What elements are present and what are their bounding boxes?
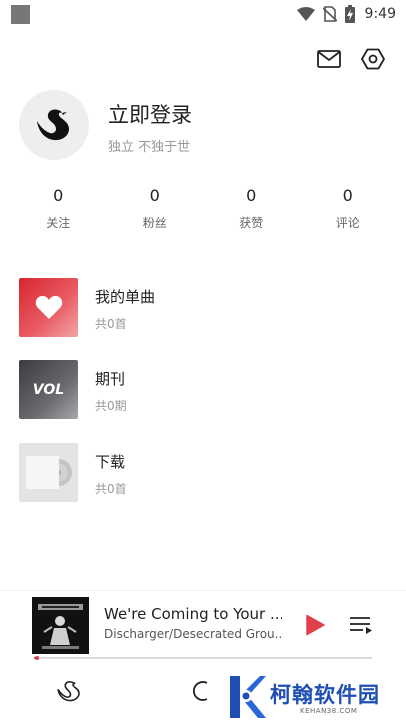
list-item-count: 共0首 (95, 482, 127, 496)
stat-label: 关注 (46, 216, 71, 230)
header-actions (316, 46, 386, 72)
swan-logo-icon (37, 109, 69, 141)
track-title: We're Coming to Your ... (104, 605, 282, 623)
stat-value: 0 (149, 186, 160, 205)
list-item-title: 期刊 (95, 370, 126, 388)
discover-circle-icon (193, 681, 208, 701)
journal-thumbnail: VOL (19, 360, 78, 419)
vol-label: VOL (32, 381, 65, 398)
battery-charging-icon (344, 5, 355, 23)
avatar[interactable] (19, 90, 89, 160)
stat-label: 粉丝 (142, 216, 167, 230)
track-artist: Discharger/Desecrated Grou... (104, 627, 282, 641)
watermark-url: KEHAN38.COM (300, 707, 358, 715)
list-item-title: 下载 (95, 453, 126, 471)
list-item-my-songs[interactable]: 我的单曲 共0首 (19, 278, 389, 338)
stat-value: 0 (342, 186, 353, 205)
login-title[interactable]: 立即登录 (108, 99, 192, 129)
watermark: 柯翰软件园 KEHAN38.COM (226, 674, 406, 723)
playback-progress-bar[interactable] (34, 656, 372, 660)
downloads-thumbnail (19, 443, 78, 502)
stat-comments[interactable]: 0 评论 (300, 186, 397, 231)
stat-value: 0 (53, 186, 64, 205)
swan-home-icon (57, 681, 80, 702)
status-bar: 9:49 (0, 0, 406, 28)
stat-label: 获赞 (239, 216, 264, 230)
list-item-count: 共0首 (95, 317, 127, 331)
stats-row: 0 关注 0 粉丝 0 获赞 0 评论 (10, 186, 396, 231)
mini-player[interactable]: We're Coming to Your ... Discharger/Dese… (0, 590, 406, 666)
play-button[interactable] (300, 610, 330, 640)
app-notification-icon (11, 5, 30, 24)
album-art-image (32, 597, 89, 654)
stat-label: 评论 (335, 216, 360, 230)
heart-icon (35, 295, 62, 319)
nav-discover-button[interactable] (186, 676, 216, 706)
stat-following[interactable]: 0 关注 (10, 186, 107, 231)
settings-button[interactable] (360, 46, 386, 72)
watermark-logo-icon (230, 676, 266, 718)
list-item-count: 共0期 (95, 399, 127, 413)
album-cover[interactable] (32, 597, 89, 654)
mail-icon (317, 50, 341, 68)
list-item-title: 我的单曲 (95, 288, 156, 306)
list-item-journal[interactable]: VOL 期刊 共0期 (19, 360, 389, 420)
play-icon (306, 614, 325, 636)
watermark-brand: 柯翰软件园 (270, 683, 380, 707)
stat-value: 0 (246, 186, 257, 205)
record-sleeve-icon (26, 456, 59, 489)
mail-button[interactable] (316, 46, 342, 72)
playlist-icon (350, 617, 372, 634)
stat-likes[interactable]: 0 获赞 (203, 186, 300, 231)
status-time: 9:49 (364, 6, 396, 22)
no-sim-icon (322, 6, 337, 22)
settings-hexagon-icon (361, 48, 385, 70)
playlist-queue-button[interactable] (346, 610, 376, 640)
my-songs-thumbnail (19, 278, 78, 337)
list-item-downloads[interactable]: 下载 共0首 (19, 443, 389, 503)
status-indicators: 9:49 (296, 4, 396, 24)
progress-knob[interactable] (35, 656, 40, 660)
wifi-icon (296, 7, 315, 21)
stat-followers[interactable]: 0 粉丝 (107, 186, 204, 231)
profile-slogan: 独立 不独于世 (108, 140, 191, 155)
nav-home-button[interactable] (54, 676, 84, 706)
